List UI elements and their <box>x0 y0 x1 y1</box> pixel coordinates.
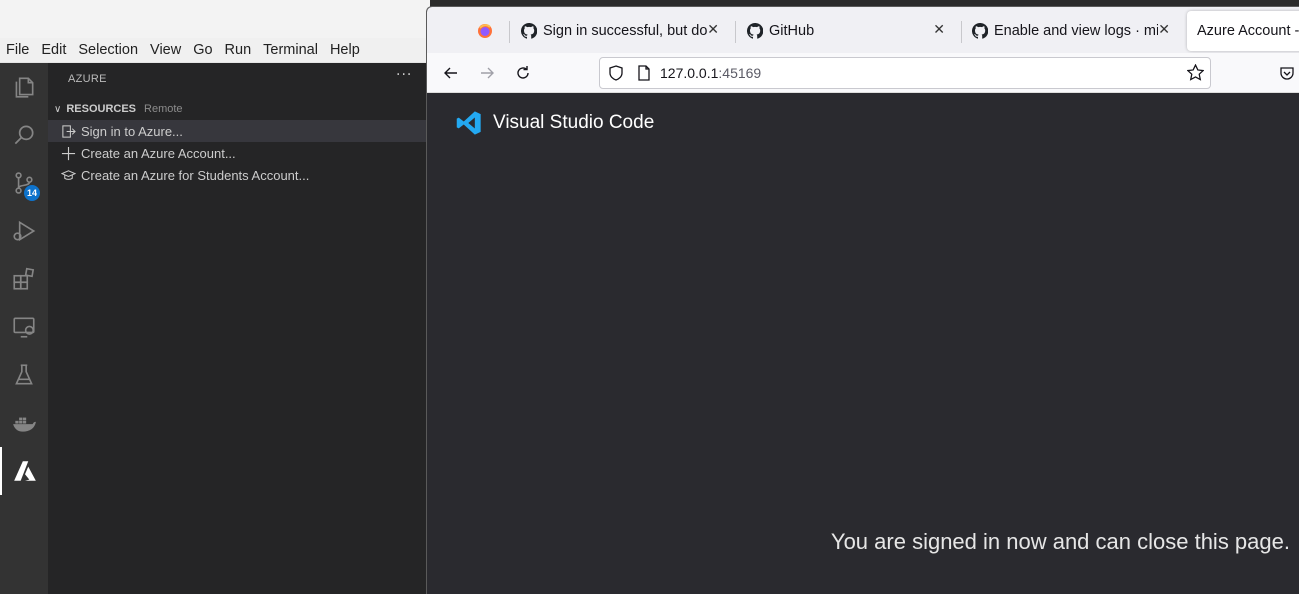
reload-icon[interactable] <box>511 61 535 85</box>
tab-enable-view-logs[interactable]: Enable and view logs · mi ✕ <box>972 11 1178 51</box>
tab-github[interactable]: GitHub ✕ <box>747 11 953 51</box>
menu-edit[interactable]: Edit <box>41 42 66 58</box>
section-label: RESOURCES <box>66 103 137 115</box>
menu-go[interactable]: Go <box>193 42 212 58</box>
search-icon[interactable] <box>0 111 48 159</box>
url-port: :45169 <box>718 65 762 81</box>
tab-title: Sign in successful, but do <box>543 23 708 39</box>
source-control-badge: 14 <box>24 185 41 201</box>
tab-title: Azure Account - <box>1197 23 1299 39</box>
github-icon <box>521 23 537 39</box>
navigation-toolbar: 127.0.0.1:45169 <box>427 53 1299 93</box>
close-icon[interactable]: ✕ <box>1158 22 1170 38</box>
github-icon <box>972 23 988 39</box>
tree-item-create-students-account[interactable]: Create an Azure for Students Account... <box>48 164 430 186</box>
firefox-logo-icon[interactable] <box>477 11 497 51</box>
explorer-icon[interactable] <box>0 63 48 111</box>
bookmark-star-icon[interactable] <box>1186 63 1205 85</box>
tab-azure-account[interactable]: Azure Account - <box>1187 11 1299 51</box>
plus-icon <box>60 145 76 161</box>
sign-in-icon <box>60 123 76 139</box>
brand-name: Visual Studio Code <box>493 112 655 133</box>
mortarboard-icon <box>60 167 76 183</box>
menu-view[interactable]: View <box>150 42 181 58</box>
remote-explorer-icon[interactable] <box>0 303 48 351</box>
resources-section-header[interactable]: ∨ RESOURCES Remote <box>48 99 430 119</box>
tree-item-label: Sign in to Azure... <box>81 123 183 139</box>
menu-file[interactable]: File <box>6 42 29 58</box>
vscode-menubar: File Edit Selection View Go Run Terminal… <box>0 38 430 63</box>
vscode-titlebar <box>0 0 430 38</box>
tree-item-sign-in[interactable]: Sign in to Azure... <box>48 120 430 142</box>
more-actions-icon[interactable]: ··· <box>396 67 412 83</box>
menu-help[interactable]: Help <box>330 42 360 58</box>
source-control-icon[interactable]: 14 <box>0 159 48 207</box>
tab-sign-in-successful[interactable]: Sign in successful, but do ✕ <box>521 11 727 51</box>
tab-strip: Sign in successful, but do ✕ GitHub ✕ En… <box>427 7 1299 53</box>
azure-icon[interactable] <box>0 447 48 495</box>
page-icon <box>636 65 652 85</box>
tab-title: Enable and view logs · mi <box>994 23 1158 39</box>
tab-title: GitHub <box>769 23 815 39</box>
signed-in-message: You are signed in now and can close this… <box>830 529 1290 554</box>
url-bar[interactable]: 127.0.0.1:45169 <box>599 57 1211 89</box>
forward-icon[interactable] <box>475 61 499 85</box>
pocket-icon[interactable] <box>1275 61 1299 85</box>
github-icon <box>747 23 763 39</box>
activity-bar: 14 <box>0 63 48 594</box>
shield-icon[interactable] <box>608 65 624 85</box>
menu-run[interactable]: Run <box>225 42 252 58</box>
sidebar-title: AZURE <box>68 73 107 85</box>
azure-sidebar: AZURE ··· ∨ RESOURCES Remote Sign in to … <box>48 63 430 594</box>
section-description: Remote <box>144 103 183 115</box>
url-host: 127.0.0.1 <box>660 65 719 81</box>
menu-selection[interactable]: Selection <box>78 42 138 58</box>
chevron-down-icon: ∨ <box>54 103 62 115</box>
back-icon[interactable] <box>439 61 463 85</box>
vscode-logo-icon <box>456 111 481 135</box>
page-content: Visual Studio Code You are signed in now… <box>427 93 1299 594</box>
docker-icon[interactable] <box>0 399 48 447</box>
run-debug-icon[interactable] <box>0 207 48 255</box>
vscode-brand: Visual Studio Code <box>455 109 654 137</box>
tree-item-label: Create an Azure for Students Account... <box>81 167 310 183</box>
tree-item-create-account[interactable]: Create an Azure Account... <box>48 142 430 164</box>
menu-terminal[interactable]: Terminal <box>263 42 318 58</box>
extensions-icon[interactable] <box>0 255 48 303</box>
firefox-window: Sign in successful, but do ✕ GitHub ✕ En… <box>426 6 1299 594</box>
close-icon[interactable]: ✕ <box>933 22 945 38</box>
url-text: 127.0.0.1:45169 <box>660 65 761 81</box>
testing-icon[interactable] <box>0 351 48 399</box>
close-icon[interactable]: ✕ <box>707 22 719 38</box>
tree-item-label: Create an Azure Account... <box>81 145 236 161</box>
